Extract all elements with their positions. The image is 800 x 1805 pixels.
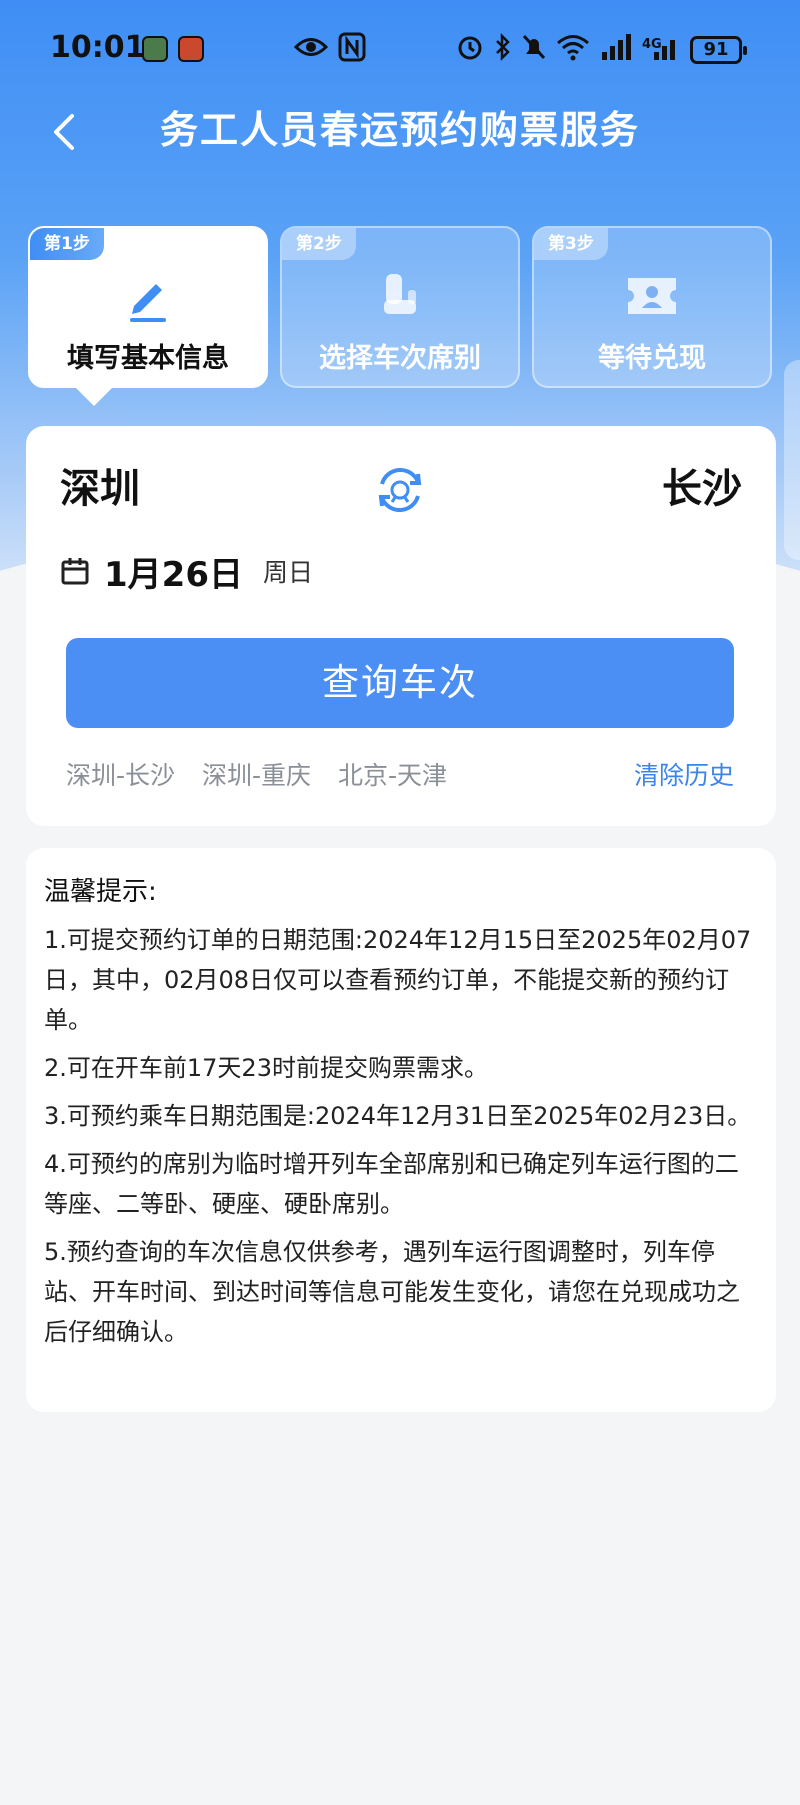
nfc-icon: [338, 32, 366, 71]
wifi-icon: [556, 32, 590, 71]
tips-title: 温馨提示:: [44, 877, 157, 907]
status-bar: 10:01 4G 91: [0, 0, 800, 100]
step-fill-info[interactable]: 第1步 填写基本信息: [28, 226, 268, 406]
back-button[interactable]: [44, 108, 84, 156]
step-label: 填写基本信息: [67, 343, 229, 374]
tip-item: 5.预约查询的车次信息仅供参考，遇列车运行图调整时，列车停站、开车时间、到达时间…: [44, 1238, 740, 1346]
notification-app-icon: [142, 36, 168, 62]
arrival-city[interactable]: 长沙: [662, 456, 742, 514]
tip-item: 4.可预约的席别为临时增开列车全部席别和已确定列车运行图的二等座、二等卧、硬座、…: [44, 1150, 739, 1218]
side-panel-edge: [784, 360, 800, 560]
battery-indicator: 91: [690, 36, 747, 64]
date-selector[interactable]: 1月26日 周日: [60, 546, 313, 596]
step-select-train[interactable]: 第2步 选择车次席别: [280, 226, 520, 388]
search-history: 深圳-长沙 深圳-重庆 北京-天津 清除历史: [66, 756, 734, 796]
travel-weekday: 周日: [262, 558, 313, 587]
departure-city[interactable]: 深圳: [60, 456, 140, 514]
swap-stations-button[interactable]: [372, 462, 428, 518]
step-badge: 第1步: [30, 228, 104, 260]
tip-item: 2.可在开车前17天23时前提交购票需求。: [44, 1054, 488, 1082]
search-trains-button[interactable]: 查询车次: [66, 638, 734, 728]
seat-icon: [372, 268, 428, 324]
chevron-left-icon: [54, 114, 74, 150]
signal-icon: [600, 32, 634, 71]
step-badge: 第2步: [282, 228, 356, 260]
step-label: 等待兑现: [598, 343, 706, 374]
bluetooth-icon: [494, 32, 512, 71]
page-title: 务工人员春运预约购票服务: [159, 108, 640, 152]
tip-item: 1.可提交预约订单的日期范围:2024年12月15日至2025年02月07日，其…: [44, 926, 752, 1034]
step-await-fulfillment[interactable]: 第3步 等待兑现: [532, 226, 772, 388]
eye-icon: [293, 32, 329, 71]
step-label: 选择车次席别: [319, 343, 481, 374]
tips-card: 温馨提示: 1.可提交预约订单的日期范围:2024年12月15日至2025年02…: [26, 848, 776, 1412]
step-badge: 第3步: [534, 228, 608, 260]
history-item[interactable]: 深圳-长沙: [66, 756, 175, 796]
history-item[interactable]: 深圳-重庆: [202, 756, 311, 796]
calendar-icon: [61, 558, 89, 585]
alarm-icon: [456, 32, 484, 71]
notification-app-icon: [178, 36, 204, 62]
ticket-icon: [624, 268, 680, 324]
mute-icon: [520, 32, 548, 71]
query-card: 深圳 长沙 1月26日 周日 查询车次 深圳-长沙 深圳-重庆 北京-天津 清除…: [26, 426, 776, 826]
swap-icon: [378, 468, 422, 512]
status-time: 10:01: [50, 30, 146, 65]
travel-date: 1月26日: [104, 554, 243, 595]
tip-item: 3.可预约乘车日期范围是:2024年12月31日至2025年02月23日。: [44, 1102, 752, 1130]
signal-icon: [652, 32, 682, 71]
clear-history-link[interactable]: 清除历史: [634, 756, 734, 796]
history-item[interactable]: 北京-天津: [338, 756, 447, 796]
pencil-icon: [120, 268, 176, 324]
